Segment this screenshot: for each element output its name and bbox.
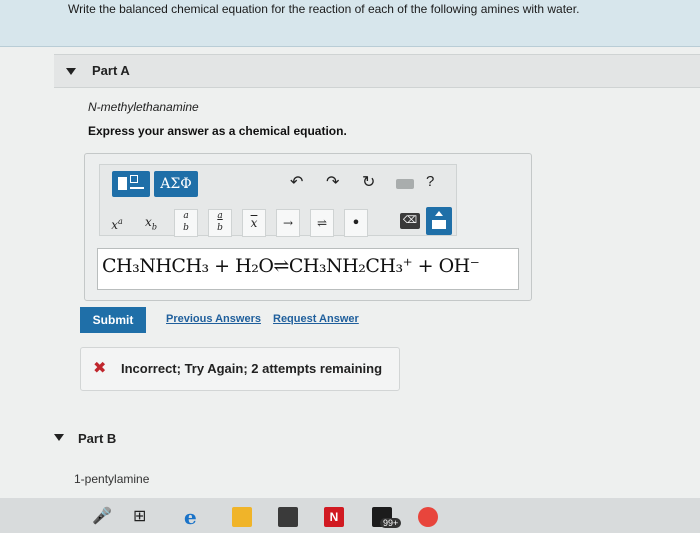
arrow-button[interactable]: →	[276, 209, 300, 237]
help-button[interactable]: ?	[426, 173, 434, 190]
notification-badge: 99+	[380, 518, 402, 528]
keyboard-toggle-button[interactable]	[426, 207, 452, 235]
equation-editor: ΑΣΦ ↶ ↷ ↻ ? xa xb ab ab x → ⇌ • ⌫ CH₃NHC…	[84, 153, 532, 301]
previous-answers-link[interactable]: Previous Answers	[166, 313, 261, 325]
store-icon[interactable]	[278, 507, 298, 527]
dot-button[interactable]: •	[344, 209, 368, 237]
incorrect-icon: ✖	[93, 360, 107, 377]
instructions-text: Write the balanced chemical equation for…	[68, 2, 580, 16]
delete-button[interactable]: ⌫	[400, 213, 420, 229]
editor-toolbar: ΑΣΦ ↶ ↷ ↻ ? xa xb ab ab x → ⇌ • ⌫	[99, 164, 457, 237]
feedback-text: Incorrect; Try Again; 2 attempts remaini…	[121, 361, 383, 376]
request-answer-link[interactable]: Request Answer	[273, 313, 359, 325]
chrome-icon[interactable]	[418, 507, 438, 527]
part-b-compound: 1-pentylamine	[74, 472, 150, 486]
templates-button[interactable]	[112, 171, 150, 197]
answer-text: CH₃NHCH₃ + H₂O⇌CH₃NH₂CH₃⁺ + OH⁻	[102, 255, 480, 277]
file-explorer-icon[interactable]	[232, 507, 252, 527]
keyboard-shortcuts-icon[interactable]	[396, 179, 414, 189]
netflix-icon[interactable]: N	[324, 507, 344, 527]
undo-icon[interactable]: ↶	[290, 173, 303, 193]
part-b-title[interactable]: Part B	[78, 431, 116, 446]
reset-icon[interactable]: ↻	[362, 173, 375, 193]
greek-symbols-button[interactable]: ΑΣΦ	[154, 171, 198, 197]
microphone-icon[interactable]: 🎤	[92, 506, 112, 528]
answer-input[interactable]: CH₃NHCH₃ + H₂O⇌CH₃NH₂CH₃⁺ + OH⁻	[97, 248, 519, 290]
overline-button[interactable]: x	[242, 209, 266, 237]
feedback-box: ✖ Incorrect; Try Again; 2 attempts remai…	[80, 347, 400, 391]
part-a-title: Part A	[92, 63, 130, 78]
submit-button[interactable]: Submit	[80, 307, 146, 333]
expand-triangle-icon[interactable]	[54, 434, 64, 441]
part-a-prompt: Express your answer as a chemical equati…	[88, 124, 347, 138]
redo-icon[interactable]: ↷	[326, 173, 339, 193]
fraction-button[interactable]: ab	[208, 209, 232, 237]
collapse-triangle-icon[interactable]	[66, 68, 76, 75]
subscript-button[interactable]: xb	[140, 209, 162, 235]
equilibrium-arrow-button[interactable]: ⇌	[310, 209, 334, 237]
instructions-banner: Write the balanced chemical equation for…	[0, 0, 700, 47]
task-view-icon[interactable]: ⊞	[133, 506, 146, 528]
superscript-button[interactable]: xa	[106, 209, 128, 235]
fraction-stacked-button[interactable]: ab	[174, 209, 198, 237]
part-a-header[interactable]: Part A	[54, 54, 700, 88]
edge-browser-icon[interactable]: e	[184, 506, 197, 528]
part-a-compound: N-methylethanamine	[88, 100, 199, 114]
